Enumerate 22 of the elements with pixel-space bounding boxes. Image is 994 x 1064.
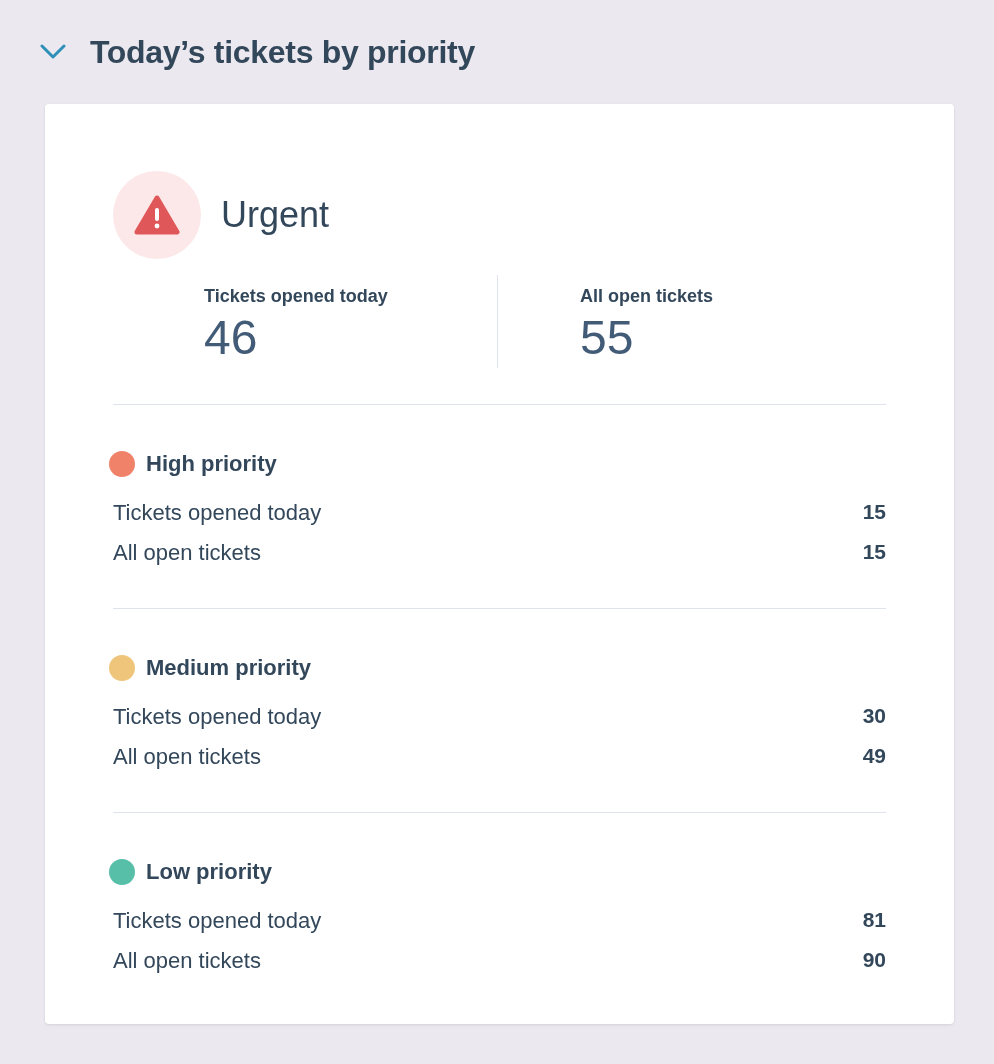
row-value: 15: [862, 539, 886, 566]
stat-value: 55: [580, 310, 635, 366]
row-label: Tickets opened today: [113, 906, 322, 935]
row-value: 81: [862, 907, 886, 934]
priority-heading: High priority: [146, 450, 277, 478]
row-label: All open tickets: [113, 742, 261, 771]
stat-value: 46: [204, 310, 259, 366]
stat-label: Tickets opened today: [204, 285, 389, 308]
urgent-heading: Urgent: [221, 193, 330, 237]
row-label: All open tickets: [113, 946, 261, 975]
row-value: 90: [862, 947, 886, 974]
row-value: 15: [862, 499, 886, 526]
section-title: Today’s tickets by priority: [90, 33, 475, 72]
chevron-icon[interactable]: [40, 44, 66, 60]
row-label: All open tickets: [113, 538, 261, 567]
priority-heading: Low priority: [146, 858, 272, 886]
stat-label: All open tickets: [580, 285, 714, 308]
priority-heading: Medium priority: [146, 654, 311, 682]
row-value: 49: [862, 743, 886, 770]
row-label: Tickets opened today: [113, 498, 322, 527]
row-label: Tickets opened today: [113, 702, 322, 731]
row-value: 30: [862, 703, 886, 730]
